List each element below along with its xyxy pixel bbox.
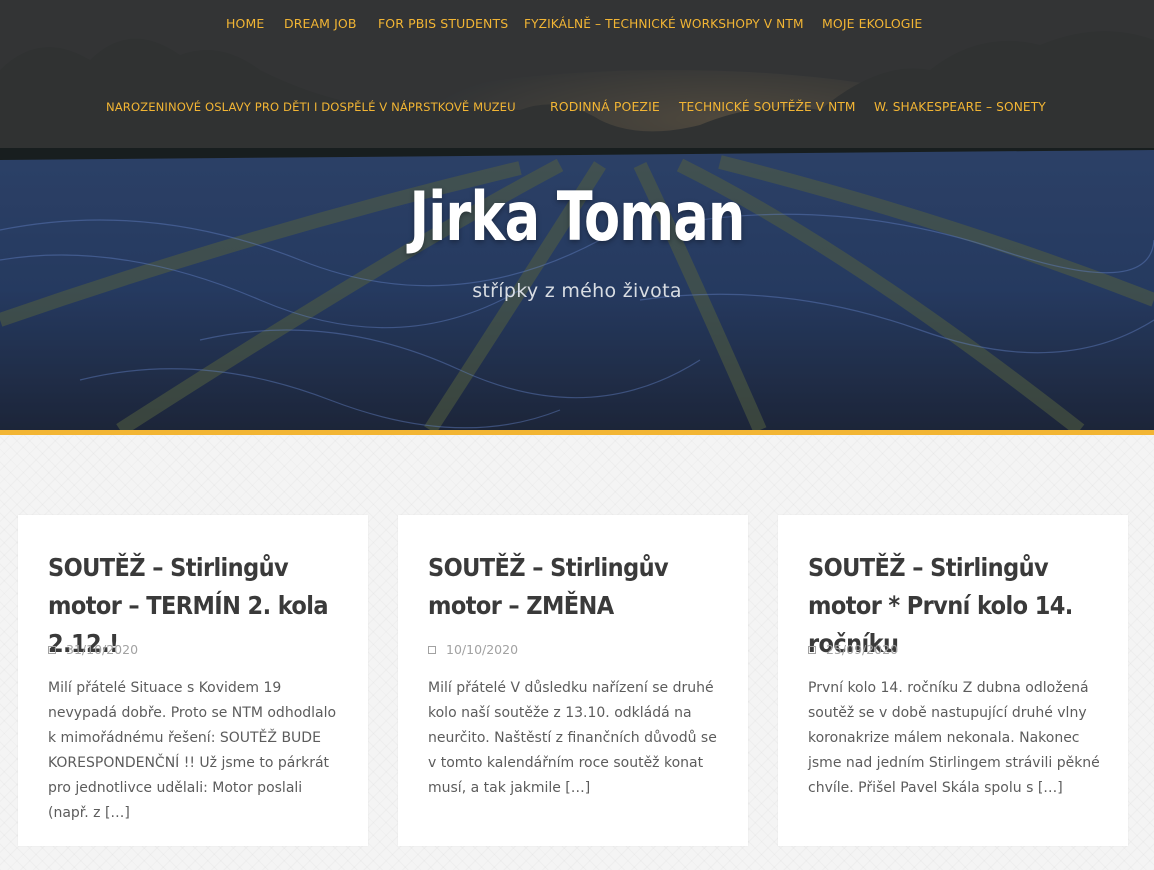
nav-item-for-pbis-students[interactable]: FOR PBIS STUDENTS [378, 16, 508, 32]
nav-item-shakespeare-sonety[interactable]: W. SHAKESPEARE – SONETY [874, 99, 1046, 115]
post-title-link[interactable]: SOUTĚŽ – Stirlingův motor – ZMĚNA [428, 549, 728, 625]
nav-item-workshopy[interactable]: FYZIKÁLNĚ – TECHNICKÉ WORKSHOPY V NTM [524, 16, 804, 32]
nav-item-home[interactable]: HOME [226, 16, 264, 32]
post-excerpt: Milí přátelé Situace s Kovidem 19 nevypa… [48, 680, 337, 821]
nav-item-narozeninove-oslavy[interactable]: NAROZENINOVÉ OSLAVY PRO DĚTI I DOSPĚLÉ V… [106, 99, 516, 115]
post-card: SOUTĚŽ – Stirlingův motor – ZMĚNA 10/10/… [398, 515, 748, 846]
post-date[interactable]: 25/09/2020 [808, 642, 898, 658]
calendar-icon [428, 646, 436, 654]
calendar-icon [808, 646, 816, 654]
post-date-text: 10/10/2020 [446, 642, 519, 657]
nav-item-dream-job[interactable]: DREAM JOB [284, 16, 357, 32]
nav-item-technicke-souteze[interactable]: TECHNICKÉ SOUTĚŽE V NTM [679, 99, 856, 115]
post-card: SOUTĚŽ – Stirlingův motor * První kolo 1… [778, 515, 1128, 846]
post-date[interactable]: 31/10/2020 [48, 642, 138, 658]
main-navigation: HOME DREAM JOB FOR PBIS STUDENTS FYZIKÁL… [0, 0, 1154, 148]
post-date-text: 25/09/2020 [826, 642, 899, 657]
post-card: SOUTĚŽ – Stirlingův motor – TERMÍN 2. ko… [18, 515, 368, 846]
post-date-text: 31/10/2020 [66, 642, 139, 657]
site-title[interactable]: Jirka Toman [81, 178, 1073, 257]
nav-item-moje-ekologie[interactable]: MOJE EKOLOGIE [822, 16, 922, 32]
accent-divider [0, 430, 1154, 435]
calendar-icon [48, 646, 56, 654]
hero-header: HOME DREAM JOB FOR PBIS STUDENTS FYZIKÁL… [0, 0, 1154, 430]
post-excerpt: Milí přátelé V důsledku nařízení se druh… [428, 680, 717, 796]
post-date[interactable]: 10/10/2020 [428, 642, 518, 658]
site-description: střípky z mého života [472, 280, 682, 302]
nav-item-rodinna-poezie[interactable]: RODINNÁ POEZIE [550, 99, 660, 115]
post-excerpt: První kolo 14. ročníku Z dubna odložená … [808, 680, 1100, 796]
